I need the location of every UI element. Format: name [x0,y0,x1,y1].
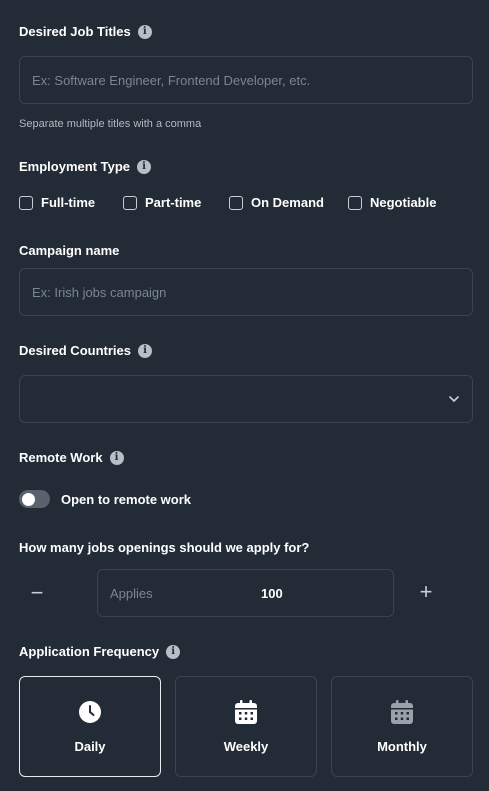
checkbox-box[interactable] [123,195,137,210]
applies-input[interactable]: Applies 100 [97,569,394,617]
employment-type-label: Employment Type [19,159,131,174]
checkbox-on-demand[interactable]: On Demand [229,195,324,210]
countries-label-row: Desired Countries i [19,343,152,358]
checkbox-label: On Demand [251,195,324,210]
frequency-card-label: Monthly [377,739,427,754]
job-titles-label: Desired Job Titles [19,24,131,39]
campaign-name-input[interactable]: Ex: Irish jobs campaign [19,268,473,316]
info-icon[interactable]: i [137,159,152,174]
checkbox-box[interactable] [348,195,362,210]
info-icon[interactable]: i [109,450,124,465]
employment-type-label-row: Employment Type i [19,159,152,174]
frequency-card-monthly[interactable]: Monthly [331,676,473,777]
frequency-label-row: Application Frequency i [19,644,181,659]
campaign-name-placeholder: Ex: Irish jobs campaign [32,284,167,300]
calendar-icon [390,699,414,725]
countries-select[interactable] [19,375,473,423]
checkbox-part-time[interactable]: Part-time [123,195,201,210]
increment-button[interactable]: + [415,581,437,603]
remote-work-toggle-row: Open to remote work [19,490,191,508]
frequency-card-label: Weekly [223,739,269,754]
campaign-name-label-row: Campaign name [19,243,119,258]
remote-work-toggle-label: Open to remote work [61,491,192,507]
checkbox-label: Full-time [41,195,96,210]
frequency-card-weekly[interactable]: Weekly [175,676,317,777]
checkbox-negotiable[interactable]: Negotiable [348,195,436,210]
frequency-card-label: Daily [74,739,106,754]
checkbox-full-time[interactable]: Full-time [19,195,95,210]
info-icon[interactable]: i [166,644,181,659]
job-titles-input[interactable]: Ex: Software Engineer, Frontend Develope… [19,56,473,104]
countries-label: Desired Countries [19,343,131,358]
toggle-knob [22,492,35,506]
applies-question: How many jobs openings should we apply f… [19,540,310,555]
checkbox-box[interactable] [19,195,33,210]
applies-field-label: Applies [110,585,153,601]
decrement-button[interactable]: − [26,582,48,604]
campaign-name-label: Campaign name [19,243,120,258]
checkbox-box[interactable] [229,195,243,210]
clock-icon [78,699,102,725]
job-titles-label-row: Desired Job Titles i [19,24,152,39]
info-icon[interactable]: i [137,24,152,39]
frequency-label: Application Frequency [19,644,160,659]
remote-work-label-row: Remote Work i [19,450,124,465]
checkbox-label: Part-time [145,195,202,210]
chevron-down-icon[interactable] [448,395,460,403]
job-titles-placeholder: Ex: Software Engineer, Frontend Develope… [32,72,311,88]
calendar-icon [234,699,258,725]
frequency-card-daily[interactable]: Daily [19,676,161,777]
remote-work-toggle[interactable] [19,490,50,508]
applies-question-row: How many jobs openings should we apply f… [19,540,309,555]
applies-value: 100 [261,585,283,601]
remote-work-label: Remote Work [19,450,103,465]
info-icon[interactable]: i [137,343,152,358]
job-titles-hint: Separate multiple titles with a comma [19,118,202,130]
checkbox-label: Negotiable [370,195,437,210]
